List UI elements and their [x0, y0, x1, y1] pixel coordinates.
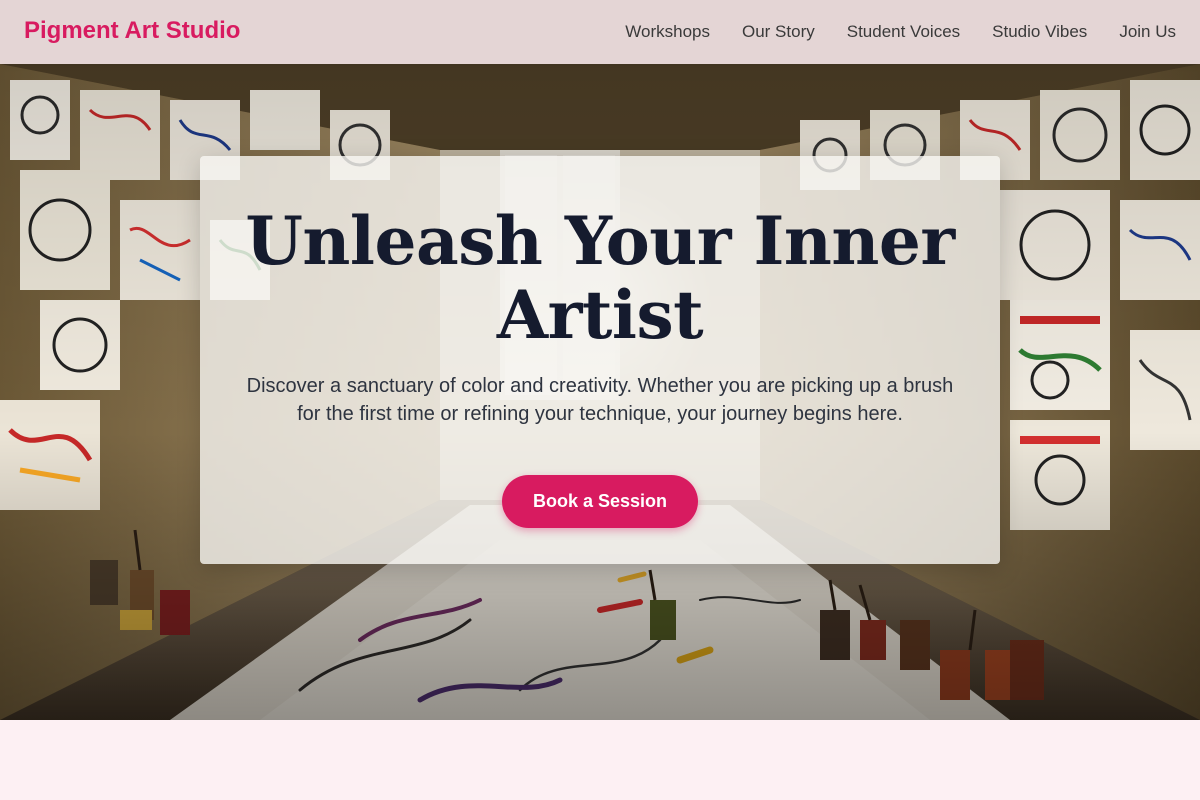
- hero-card: Unleash Your Inner Artist Discover a san…: [200, 156, 1000, 564]
- hero-title: Unleash Your Inner Artist: [245, 202, 955, 354]
- nav-link-workshops[interactable]: Workshops: [625, 22, 710, 42]
- page: Pigment Art Studio Workshops Our Story S…: [0, 0, 1200, 800]
- book-session-button[interactable]: Book a Session: [502, 475, 698, 528]
- nav-link-join-us[interactable]: Join Us: [1119, 22, 1176, 42]
- main-nav: Workshops Our Story Student Voices Studi…: [625, 0, 1176, 64]
- nav-link-student-voices[interactable]: Student Voices: [847, 22, 960, 42]
- lower-section: [0, 720, 1200, 800]
- top-navbar: Pigment Art Studio Workshops Our Story S…: [0, 0, 1200, 64]
- nav-link-our-story[interactable]: Our Story: [742, 22, 815, 42]
- brand-logo-link[interactable]: Pigment Art Studio: [24, 17, 240, 45]
- hero-subtitle: Discover a sanctuary of color and creati…: [246, 375, 954, 425]
- nav-link-studio-vibes[interactable]: Studio Vibes: [992, 22, 1087, 42]
